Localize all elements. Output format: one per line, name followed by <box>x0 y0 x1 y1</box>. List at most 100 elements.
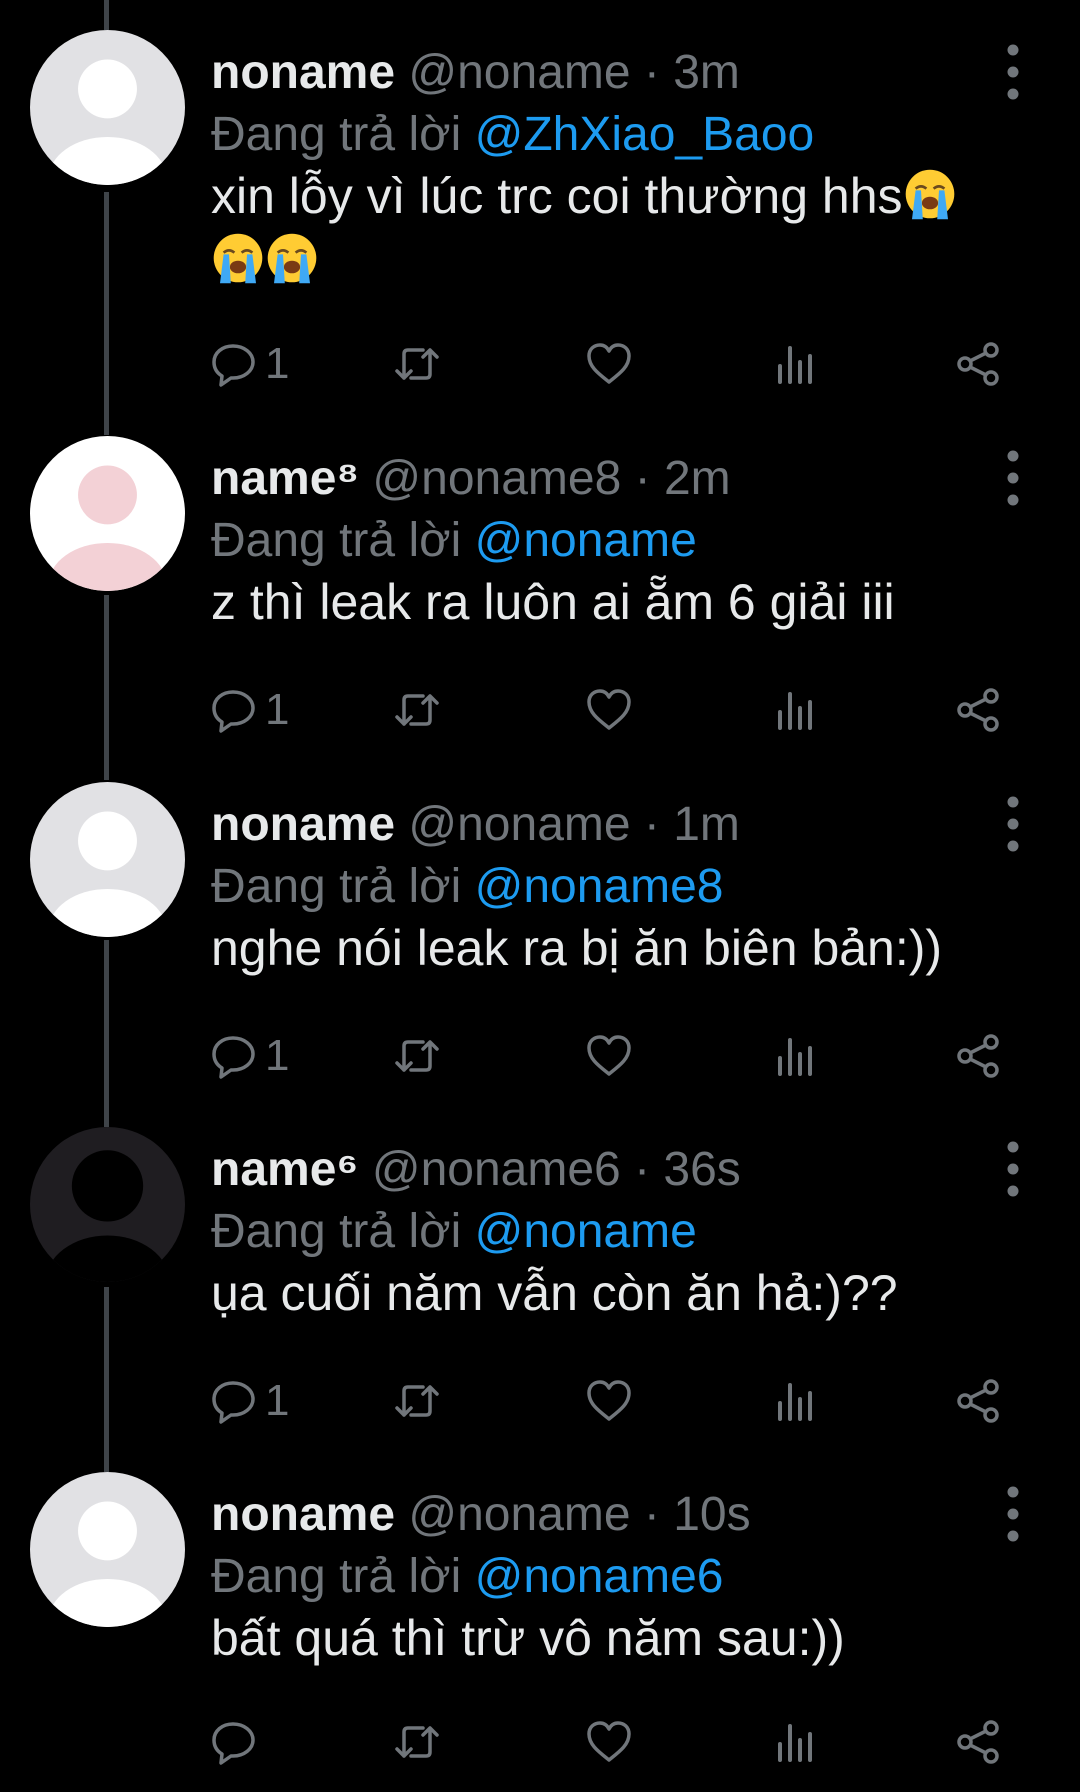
retweet-button[interactable] <box>393 1026 441 1086</box>
default-avatar-icon <box>30 436 185 591</box>
views-button[interactable] <box>771 334 819 394</box>
like-button[interactable] <box>585 334 633 394</box>
mention-link[interactable]: @noname <box>475 1205 697 1258</box>
timestamp[interactable]: 1m <box>673 798 740 851</box>
heart-icon <box>587 1035 631 1076</box>
tweet-text-content: bất quá thì trừ vô năm sau:)) <box>211 1610 845 1666</box>
reply-icon <box>212 344 255 387</box>
retweet-button[interactable] <box>393 1371 441 1431</box>
tweet[interactable]: noname @noname · 10s Đang trả lời @nonam… <box>0 1472 1080 1792</box>
heart-icon <box>587 689 631 730</box>
replying-to-label: Đang trả lời <box>211 1205 462 1258</box>
more-options-icon[interactable] <box>996 794 1030 854</box>
display-name[interactable]: noname <box>211 1488 395 1541</box>
replying-to-label: Đang trả lời <box>211 860 462 913</box>
mention-link[interactable]: @noname <box>475 514 697 567</box>
reply-button[interactable]: 1 <box>211 1026 289 1086</box>
retweet-icon <box>395 1385 439 1417</box>
tweet-text: z thì leak ra luôn ai ẵm 6 giải iii <box>211 570 1020 634</box>
tweet-actions: 1 <box>211 680 1021 740</box>
default-avatar-icon <box>30 782 185 937</box>
analytics-icon <box>778 346 812 384</box>
share-icon <box>957 1720 999 1764</box>
mention-link[interactable]: @ZhXiao_Baoo <box>475 108 815 161</box>
display-name[interactable]: name⁶ <box>211 1143 359 1196</box>
retweet-button[interactable] <box>393 334 441 394</box>
share-button[interactable] <box>955 1712 1003 1772</box>
separator: · <box>643 1488 660 1541</box>
retweet-button[interactable] <box>393 680 441 740</box>
like-button[interactable] <box>585 1371 633 1431</box>
reply-icon <box>212 690 255 733</box>
views-button[interactable] <box>771 1371 819 1431</box>
reply-button[interactable]: 1 <box>211 334 289 394</box>
heart-icon <box>587 1721 631 1762</box>
heart-icon <box>587 1380 631 1421</box>
reply-count: 1 <box>265 685 290 734</box>
like-button[interactable] <box>585 1026 633 1086</box>
avatar[interactable] <box>30 1472 185 1627</box>
like-button[interactable] <box>585 1712 633 1772</box>
more-options-icon[interactable] <box>996 1484 1030 1544</box>
mention-link[interactable]: @noname6 <box>475 1550 724 1603</box>
share-icon <box>957 688 999 732</box>
tweet-text-content: xin lỗy vì lúc trc coi thường hhs <box>211 168 903 224</box>
tweet-actions <box>211 1712 1021 1772</box>
tweet[interactable]: noname @noname · 3m Đang trả lời @ZhXiao… <box>0 30 1080 400</box>
reply-button[interactable]: 1 <box>211 1371 289 1431</box>
retweet-icon <box>395 348 439 380</box>
user-handle[interactable]: @noname <box>408 1488 630 1541</box>
views-button[interactable] <box>771 1712 819 1772</box>
tweet-header: noname @noname · 10s <box>211 1482 960 1548</box>
share-button[interactable] <box>955 334 1003 394</box>
more-options-icon[interactable] <box>996 42 1030 102</box>
timestamp[interactable]: 3m <box>673 46 740 99</box>
heart-icon <box>587 343 631 384</box>
avatar[interactable] <box>30 1127 185 1282</box>
display-name[interactable]: name⁸ <box>211 452 359 505</box>
avatar[interactable] <box>30 30 185 185</box>
default-avatar-icon <box>30 1127 185 1282</box>
share-button[interactable] <box>955 1026 1003 1086</box>
tweet-header: name⁶ @noname6 · 36s <box>211 1137 960 1203</box>
reply-button[interactable]: 1 <box>211 680 289 740</box>
avatar[interactable] <box>30 436 185 591</box>
tweet[interactable]: name⁶ @noname6 · 36s Đang trả lời @nonam… <box>0 1127 1080 1467</box>
replying-to: Đang trả lời @ZhXiao_Baoo <box>211 102 1020 168</box>
more-options-icon[interactable] <box>996 1139 1030 1199</box>
tweet[interactable]: noname @noname · 1m Đang trả lời @noname… <box>0 782 1080 1122</box>
reply-count: 1 <box>265 339 290 388</box>
reply-button[interactable] <box>211 1712 265 1772</box>
analytics-icon <box>778 1383 812 1421</box>
replying-to: Đang trả lời @noname <box>211 1199 1020 1265</box>
display-name[interactable]: noname <box>211 46 395 99</box>
tweet-header: noname @noname · 1m <box>211 792 960 858</box>
avatar[interactable] <box>30 782 185 937</box>
timestamp[interactable]: 10s <box>673 1488 750 1541</box>
more-options-icon[interactable] <box>996 448 1030 508</box>
display-name[interactable]: noname <box>211 798 395 851</box>
timestamp[interactable]: 2m <box>664 452 731 505</box>
tweet-text-content: nghe nói leak ra bị ăn biên bản:)) <box>211 920 943 976</box>
user-handle[interactable]: @noname <box>408 46 630 99</box>
views-button[interactable] <box>771 1026 819 1086</box>
analytics-icon <box>778 1724 812 1762</box>
user-handle[interactable]: @noname8 <box>372 452 621 505</box>
tweet-actions: 1 <box>211 1026 1021 1086</box>
loudly-crying-face-icon <box>905 169 954 220</box>
tweet-text: xin lỗy vì lúc trc coi thường hhs <box>211 164 1020 292</box>
tweet[interactable]: name⁸ @noname8 · 2m Đang trả lời @noname… <box>0 436 1080 776</box>
views-button[interactable] <box>771 680 819 740</box>
like-button[interactable] <box>585 680 633 740</box>
user-handle[interactable]: @noname <box>408 798 630 851</box>
share-button[interactable] <box>955 680 1003 740</box>
timestamp[interactable]: 36s <box>663 1143 740 1196</box>
replying-to-label: Đang trả lời <box>211 1550 462 1603</box>
user-handle[interactable]: @noname6 <box>372 1143 621 1196</box>
replying-to: Đang trả lời @noname6 <box>211 1544 1020 1610</box>
mention-link[interactable]: @noname8 <box>475 860 724 913</box>
tweet-actions: 1 <box>211 334 1021 394</box>
share-button[interactable] <box>955 1371 1003 1431</box>
retweet-button[interactable] <box>393 1712 441 1772</box>
retweet-icon <box>395 1040 439 1072</box>
